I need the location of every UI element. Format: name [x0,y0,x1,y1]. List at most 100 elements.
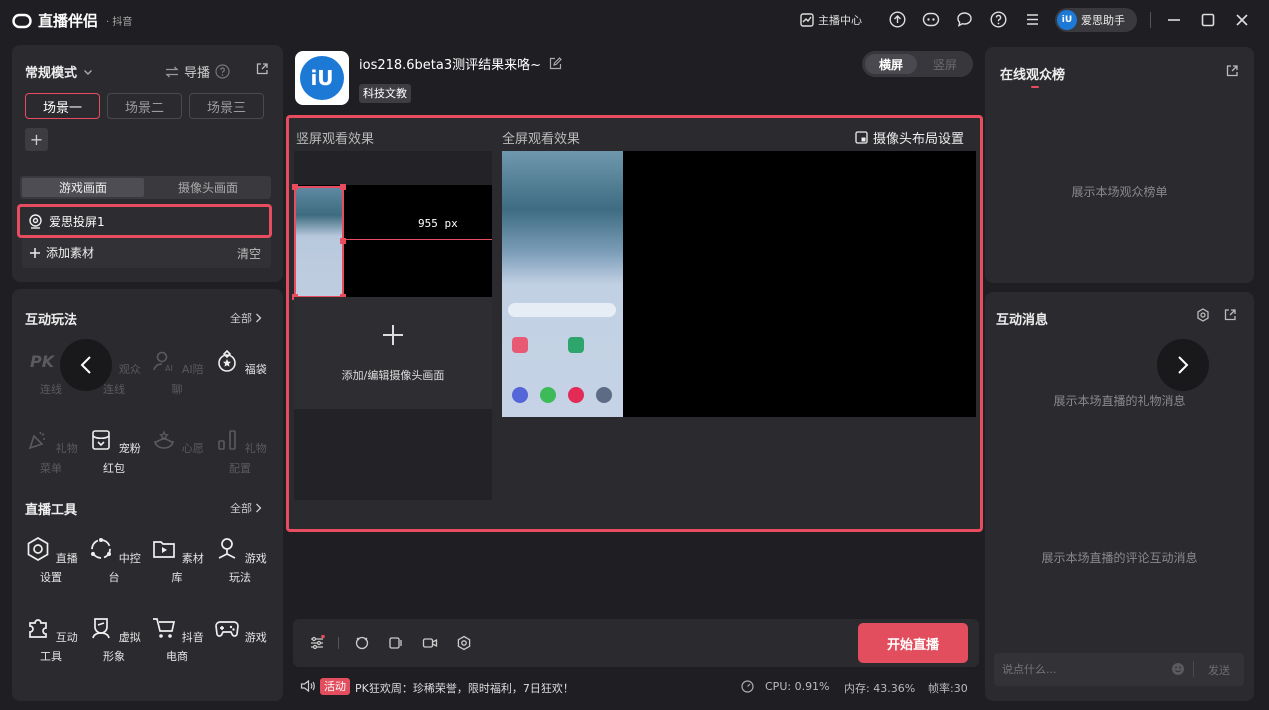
help-icon[interactable] [990,11,1007,28]
interactive-item-gift-config[interactable]: 礼物配置 [212,426,268,476]
carousel-prev-button[interactable] [60,339,112,391]
carousel-next-button[interactable] [1157,339,1209,391]
tab-camera-screen[interactable]: 摄像头画面 [147,178,269,197]
interactive-item-lucky-bag[interactable]: 福袋 [212,347,268,381]
source-item-selected[interactable]: 爱思投屏1 [17,204,272,238]
mixer-icon[interactable] [309,635,325,651]
edit-icon[interactable] [549,57,562,70]
phone-mirror-thumbnail[interactable] [292,184,346,300]
interactive-item-gift-menu[interactable]: 礼物菜单 [23,426,79,476]
tool-label: 游戏 [244,631,267,644]
landscape-option[interactable]: 横屏 [865,54,917,74]
preview-area: 竖屏观看效果 全屏观看效果 摄像头布局设置 955 px 添加/编辑摄像头画面 [286,115,983,532]
interactive-item-red-packet[interactable]: 宠粉红包 [86,426,142,476]
tool-item-control-center[interactable]: 中控台 [86,535,142,585]
minimize-icon[interactable] [1166,12,1182,28]
avatar: iU [1057,10,1077,30]
help-icon[interactable] [215,64,230,79]
menu-icon[interactable] [1025,12,1040,27]
start-live-button[interactable]: 开始直播 [858,623,968,663]
gift-messages-empty: 展示本场直播的礼物消息 [1053,394,1186,408]
plus-icon [29,247,41,259]
location-icon [28,213,43,230]
scene-tab-1[interactable]: 场景一 [25,93,100,119]
resize-handle[interactable] [292,184,298,190]
comment-input[interactable] [1002,660,1162,679]
photos-app-icon [568,387,584,403]
clear-button[interactable]: 清空 [237,245,261,262]
upload-icon[interactable] [889,11,906,28]
popout-icon[interactable] [255,62,269,76]
screen-cast-icon[interactable] [388,635,404,651]
user-profile[interactable]: iU 爱思助手 [1055,8,1137,32]
tool-item-ecommerce[interactable]: 抖音电商 [149,614,205,664]
category-tag[interactable]: 科技文教 [359,84,411,103]
interactive-label: 福袋 [244,363,267,376]
mode-selector[interactable]: 常规模式 [25,62,93,81]
performance-icon [741,680,754,693]
maximize-icon[interactable] [1200,12,1216,28]
stream-title-row[interactable]: ios218.6beta3测评结果来咯~ [359,54,562,73]
divider [1193,661,1194,677]
speaker-icon[interactable] [300,679,315,693]
tab-game-screen[interactable]: 游戏画面 [22,178,144,197]
activity-text[interactable]: PK狂欢周：珍稀荣誉，限时福利，7日狂欢！ [355,680,574,696]
chevron-down-icon [83,67,93,77]
search-bar [508,303,616,317]
scene-tab-3[interactable]: 场景三 [189,93,264,119]
tools-all-link[interactable]: 全部 [230,500,262,516]
fps-readout: 帧率:30 [928,682,968,695]
emoji-icon[interactable] [1171,662,1185,676]
divider [1150,12,1151,28]
settings-icon[interactable] [456,635,472,651]
tool-item-game-play[interactable]: 游戏玩法 [212,535,268,585]
anchor-center-button[interactable]: 主播中心 [800,12,862,28]
community-icon[interactable] [922,11,940,28]
lucky-bag-icon [213,347,241,375]
add-material-button[interactable]: 添加素材 [29,244,94,261]
interactive-item-ai-chat[interactable]: AI AI陪聊 [149,347,205,397]
control-center-icon [87,535,115,563]
phone-app-icon [568,337,584,353]
stream-cover[interactable]: iU [295,51,349,105]
puzzle-icon [24,614,52,642]
popout-icon[interactable] [1225,64,1239,78]
beauty-icon[interactable] [354,635,370,651]
switch-icon [165,66,179,78]
interactive-item-wish[interactable]: 心愿 [149,426,205,460]
portrait-option[interactable]: 竖屏 [919,54,971,74]
all-label: 全部 [230,502,252,515]
app-logo-icon [12,11,32,31]
guide-button[interactable]: 导播 [165,62,230,81]
comment-input-box: 发送 [994,653,1244,686]
popout-icon[interactable] [1223,308,1237,322]
add-scene-button[interactable]: + [25,128,48,151]
gift-menu-icon [24,426,52,454]
username: 爱思助手 [1081,14,1125,27]
app-name: 直播伴侣 [38,12,99,30]
tool-item-interactive-tools[interactable]: 互动工具 [23,614,79,664]
tool-item-game[interactable]: 游戏 [212,614,268,648]
red-packet-icon [87,426,115,454]
add-camera-area[interactable]: 添加/编辑摄像头画面 [294,297,492,409]
tool-item-avatar[interactable]: 虚拟形象 [86,614,142,664]
chevron-right-icon [255,313,262,323]
interactive-messages-panel: 互动消息 展示本场直播的礼物消息 展示本场直播的评论互动消息 发送 [985,292,1254,701]
camera-layout-button[interactable]: 摄像头布局设置 [855,128,964,147]
game-play-icon [213,535,241,563]
interactive-all-link[interactable]: 全部 [230,310,262,326]
full-preview-canvas[interactable] [502,151,976,417]
resize-handle[interactable] [340,184,346,190]
activity-badge: 活动 [320,678,350,695]
message-icon[interactable] [956,11,973,28]
camera-icon[interactable] [422,635,438,651]
send-button[interactable]: 发送 [1208,662,1230,678]
scene-tab-2[interactable]: 场景二 [107,93,182,119]
tool-item-material-library[interactable]: 素材库 [149,535,205,585]
gift-config-icon [213,426,241,454]
settings-icon[interactable] [1196,308,1210,322]
tool-item-live-settings[interactable]: 直播设置 [23,535,79,585]
gamepad-icon [213,614,241,642]
close-icon[interactable] [1234,12,1250,28]
chevron-right-icon [255,503,262,513]
